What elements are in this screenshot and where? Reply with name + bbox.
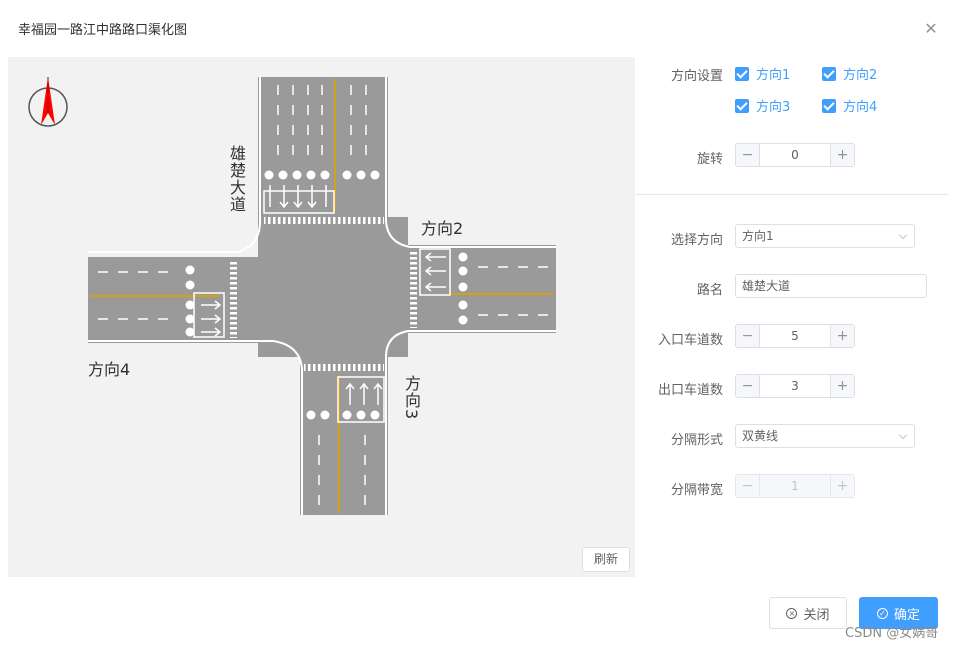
close-icon[interactable]: ✕	[922, 20, 940, 38]
close-button[interactable]: × 关闭	[769, 597, 847, 629]
west-road	[88, 257, 268, 343]
minus-icon: −	[736, 475, 760, 497]
dialog-title: 幸福园一路江中路路口渠化图	[18, 23, 188, 38]
east-road-label: 方向2	[421, 219, 464, 238]
compass-icon	[28, 77, 68, 127]
south-road	[300, 357, 388, 515]
section-divider	[636, 194, 948, 195]
separation-width-stepper: − 1 +	[735, 474, 855, 498]
close-circle-icon: ×	[786, 607, 798, 619]
select-direction-dropdown[interactable]: 方向1	[735, 224, 915, 248]
rotate-stepper[interactable]: − 0 +	[735, 143, 855, 167]
rotate-label: 旋转	[696, 152, 723, 167]
plus-icon: +	[830, 475, 854, 497]
check-icon	[735, 98, 749, 113]
check-icon	[735, 66, 749, 81]
exit-lanes-label: 出口车道数	[657, 383, 723, 398]
separation-width-label: 分隔带宽	[670, 483, 723, 498]
plus-icon[interactable]: +	[830, 144, 854, 166]
check-circle-icon: ✓	[876, 607, 888, 619]
check-icon	[822, 66, 836, 81]
intersection-canvas: 雄楚大道 方向2 方向3 方向4 刷新	[8, 57, 635, 577]
chevron-down-icon	[898, 230, 908, 240]
plus-icon[interactable]: +	[830, 375, 854, 397]
checkbox-direction-4[interactable]: 方向4	[822, 96, 877, 115]
watermark: CSDN @女娲哥	[845, 626, 939, 641]
minus-icon[interactable]: −	[736, 325, 760, 347]
chevron-down-icon	[898, 430, 908, 440]
refresh-button[interactable]: 刷新	[582, 547, 630, 572]
minus-icon[interactable]: −	[736, 375, 760, 397]
separation-label: 分隔形式	[670, 433, 723, 448]
south-road-label: 方向3	[402, 375, 421, 421]
checkbox-direction-1[interactable]: 方向1	[735, 64, 790, 83]
entry-lanes-label: 入口车道数	[657, 333, 723, 348]
check-icon	[822, 98, 836, 113]
entry-lanes-stepper[interactable]: − 5 +	[735, 324, 855, 348]
road-name-input[interactable]: 雄楚大道	[735, 274, 927, 298]
select-direction-label: 选择方向	[670, 233, 723, 248]
plus-icon[interactable]: +	[830, 325, 854, 347]
road-name-label: 路名	[696, 283, 723, 298]
minus-icon[interactable]: −	[736, 144, 760, 166]
checkbox-direction-3[interactable]: 方向3	[735, 96, 790, 115]
west-road-label: 方向4	[88, 360, 131, 379]
separation-dropdown[interactable]: 双黄线	[735, 424, 915, 448]
north-road-label: 雄楚大道	[227, 145, 246, 213]
intersection-diagram	[28, 77, 556, 515]
direction-settings-label: 方向设置	[670, 69, 723, 84]
checkbox-direction-2[interactable]: 方向2	[822, 64, 877, 83]
exit-lanes-stepper[interactable]: − 3 +	[735, 374, 855, 398]
